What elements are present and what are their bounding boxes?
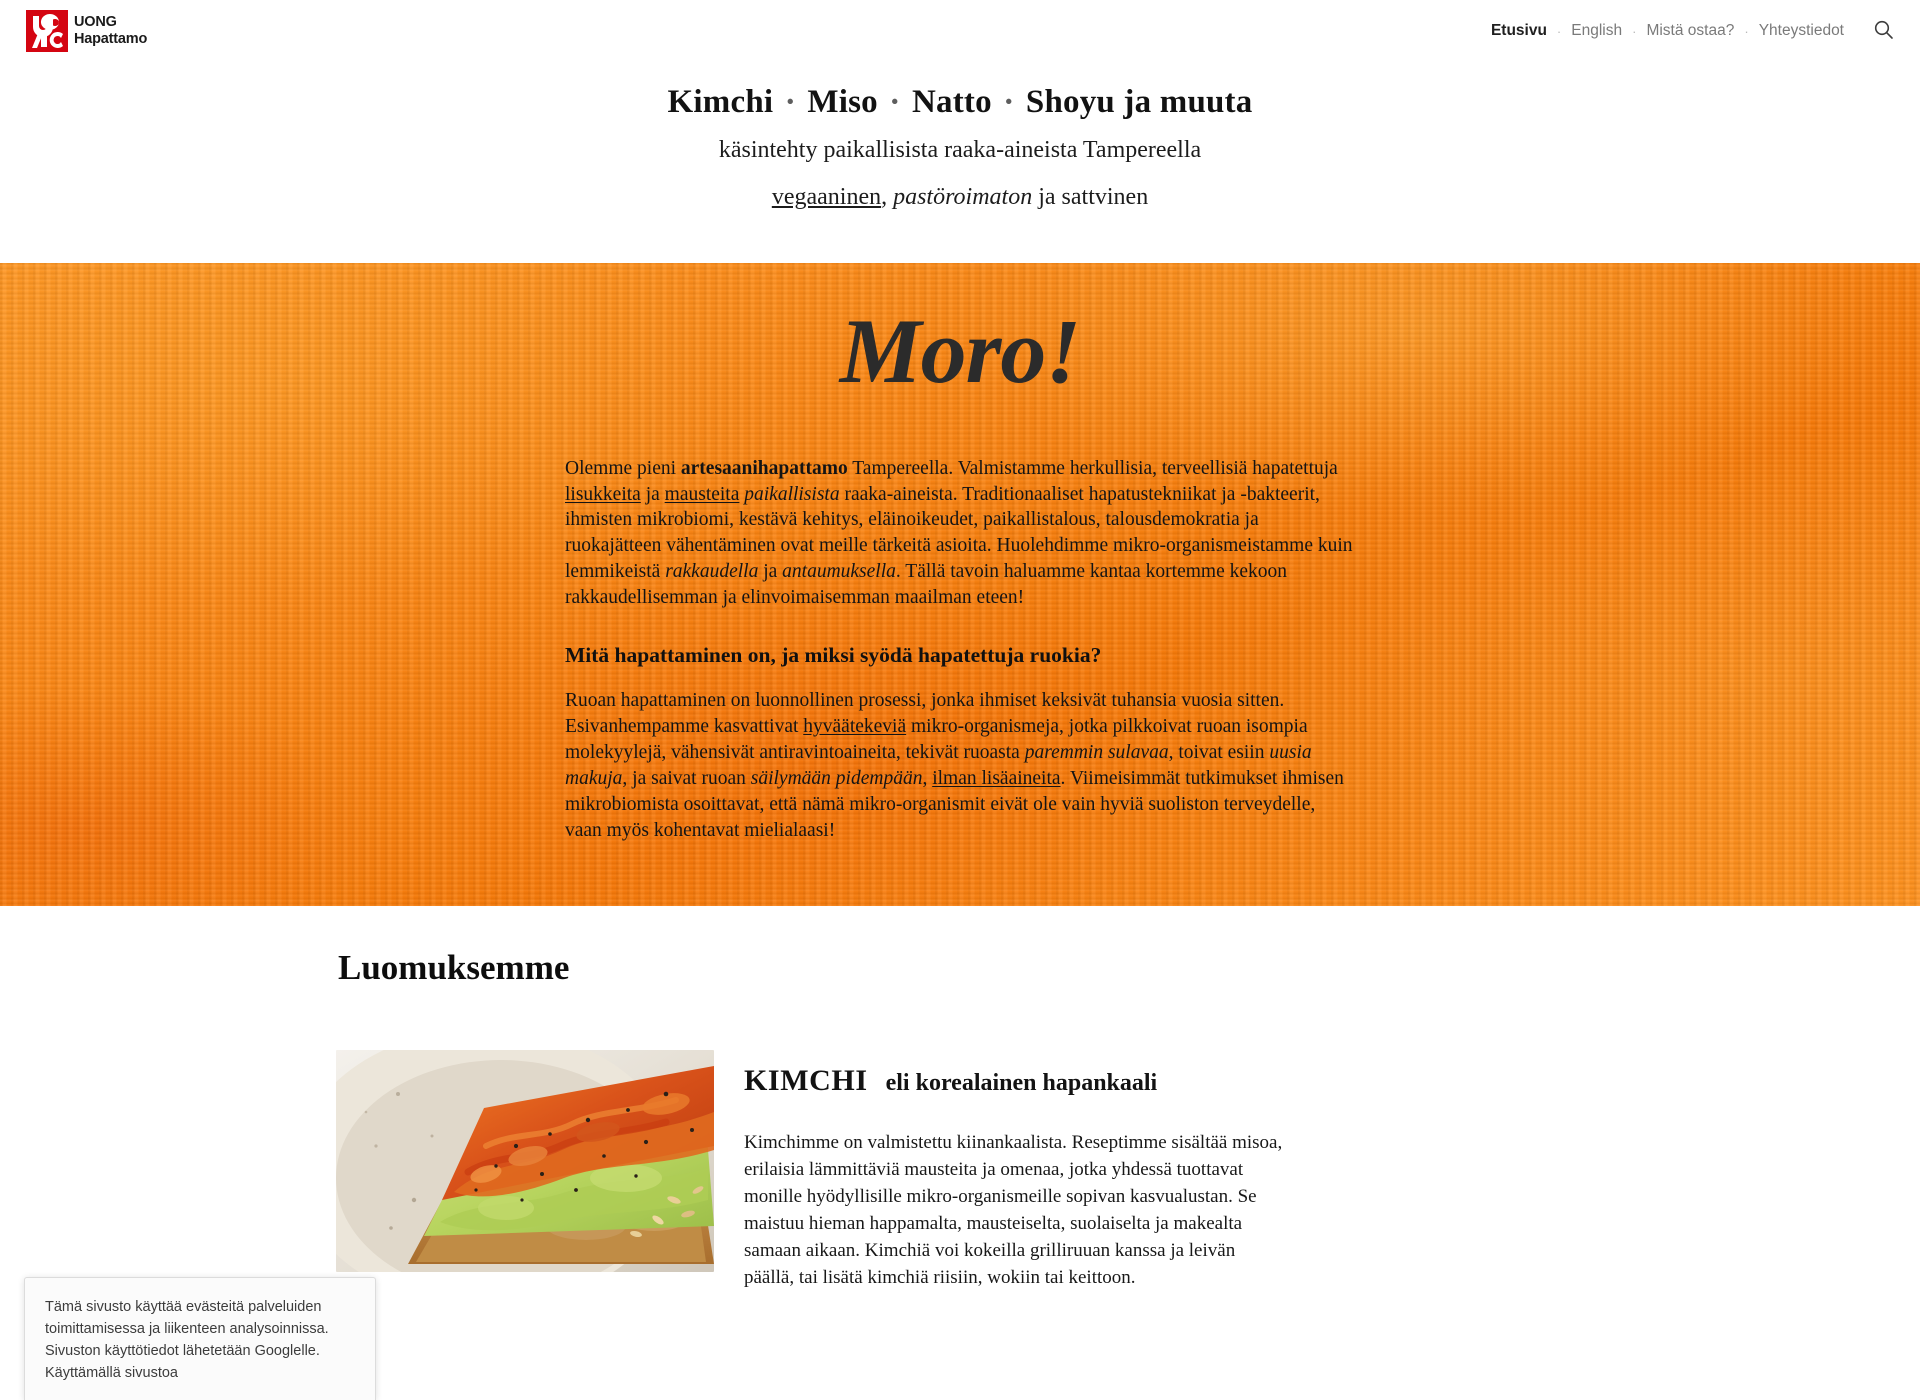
page-titles: Kimchi · Miso · Natto · Shoyu ja muuta k… [0, 62, 1920, 263]
brand-wordmark: UONG Hapattamo [74, 14, 147, 48]
product-subtitle: eli korealainen hapankaali [885, 1069, 1158, 1096]
title-part-kimchi: Kimchi [667, 84, 774, 120]
hero-intro-paragraph: Olemme pieni artesaanihapattamo Tamperee… [565, 456, 1355, 612]
tagline-italic-pastoroimaton: pastöroimaton [893, 184, 1033, 210]
hero-orange-band: Moro! Olemme pieni artesaanihapattamo Ta… [0, 263, 1920, 906]
page-tagline: vegaaninen, pastöroimaton ja sattvinen [0, 184, 1920, 211]
intro-italic-antaumuksella: antaumuksella [782, 561, 896, 583]
products-section-title: Luomuksemme [338, 947, 570, 987]
search-button[interactable] [1869, 15, 1898, 47]
explain-italic-sailymaan-pidempaan: säilymään pidempään [750, 767, 923, 789]
brand-line-1: UONG [74, 14, 117, 31]
intro-link-mausteita[interactable]: mausteita [665, 484, 740, 505]
hero-section-heading: Mitä hapattaminen on, ja miksi syödä hap… [565, 643, 1102, 668]
intro-bold-artesaanihapattamo: artesaanihapattamo [680, 457, 848, 479]
explain-link-hyvaatekevia[interactable]: hyväätekeviä [803, 716, 906, 737]
tagline-comma: , [881, 184, 894, 210]
brand-line-2: Hapattamo [74, 31, 148, 47]
explain-italic-paremmin-sulavaa: paremmin sulavaa [1024, 741, 1169, 763]
uong-logo-icon [26, 10, 68, 52]
brand-logo-link[interactable]: UONG Hapattamo [26, 10, 147, 52]
kimchi-photo [336, 1049, 714, 1272]
page-subtitle: käsintehty paikallisista raaka-aineista … [718, 137, 1202, 163]
title-part-miso: Miso [807, 84, 878, 120]
products-section: Luomuksemme KIMCHI eli korealainen hapan… [0, 905, 1920, 1292]
nav-item-mista-ostaa[interactable]: Mistä ostaa? [1637, 22, 1743, 40]
nav-item-etusivu[interactable]: Etusivu [1482, 22, 1556, 40]
search-icon [1873, 19, 1894, 43]
explain-text-d: , ja saivat ruoan [622, 767, 751, 789]
site-header: UONG Hapattamo Etusivu · English · Mistä… [0, 0, 1920, 62]
intro-text-c: ja [640, 483, 665, 505]
intro-text-a: Olemme pieni [565, 457, 681, 479]
intro-link-lisukkeita[interactable]: lisukkeita [565, 484, 641, 505]
nav-item-english[interactable]: English [1562, 22, 1631, 40]
product-title-kimchi: KIMCHI eli korealainen hapankaali [744, 1064, 1590, 1098]
page-title: Kimchi · Miso · Natto · Shoyu ja muuta [0, 84, 1920, 121]
explain-text-c: , toivat esiin [1168, 741, 1270, 763]
intro-text-b: Tampereella. Valmistamme herkullisia, te… [847, 457, 1338, 479]
title-dot: · [784, 84, 796, 120]
tagline-link-vegaaninen[interactable]: vegaaninen [772, 184, 881, 210]
title-dot: · [889, 84, 901, 120]
hero-greeting: Moro! [839, 300, 1081, 402]
main-navigation: Etusivu · English · Mistä ostaa? · Yhtey… [1482, 15, 1898, 47]
title-part-shoyu: Shoyu ja muuta [1025, 84, 1253, 120]
hero-content: Olemme pieni artesaanihapattamo Tamperee… [565, 456, 1355, 844]
explain-link-ilman-lisaaineita[interactable]: ilman lisäaineita [932, 768, 1060, 789]
explain-text-e: , [922, 767, 933, 789]
product-item-kimchi: KIMCHI eli korealainen hapankaali Kimchim… [336, 1049, 1590, 1292]
hero-explain-paragraph: Ruoan hapattaminen on luonnollinen prose… [565, 688, 1355, 844]
nav-item-yhteystiedot[interactable]: Yhteystiedot [1750, 22, 1853, 40]
cookie-consent-banner[interactable]: Tämä sivusto käyttää evästeitä palveluid… [24, 1276, 376, 1400]
title-dot: · [1003, 84, 1015, 120]
product-name: KIMCHI [744, 1063, 868, 1097]
product-description-kimchi: Kimchimme on valmistettu kiinankaalista.… [744, 1131, 1283, 1288]
intro-text-f: ja [758, 561, 783, 583]
intro-italic-rakkaudella: rakkaudella [665, 561, 759, 583]
title-part-natto: Natto [911, 84, 992, 120]
intro-italic-paikallisista: paikallisista [744, 483, 840, 505]
tagline-rest: ja sattvinen [1032, 184, 1149, 210]
cookie-consent-text: Tämä sivusto käyttää evästeitä palveluid… [45, 1298, 329, 1381]
